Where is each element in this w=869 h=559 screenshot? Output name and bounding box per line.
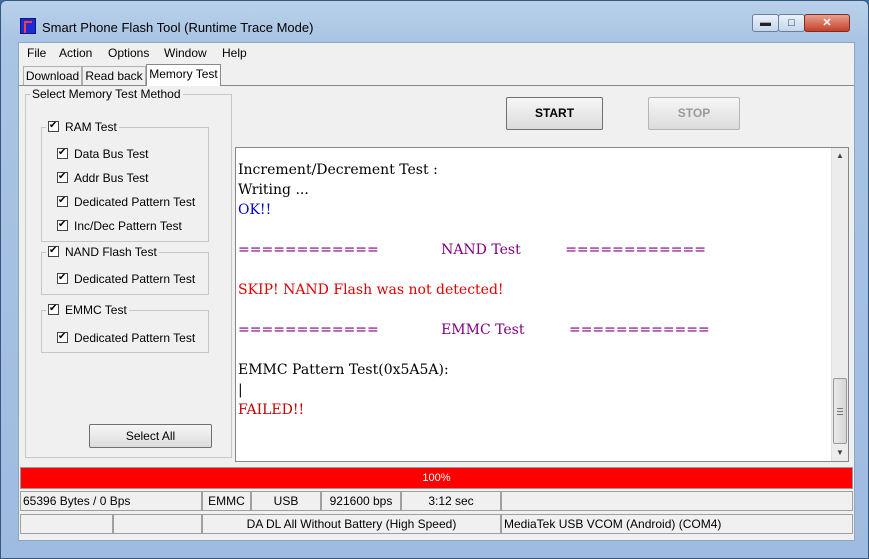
emmc-dedicated-pattern-checkbox[interactable]: Dedicated Pattern Test — [57, 330, 196, 345]
checkbox-checked-icon — [57, 194, 68, 208]
log-line: ============ NAND Test ============ — [238, 242, 706, 258]
checkbox-label: Dedicated Pattern Test — [74, 331, 196, 345]
checkbox-label: Dedicated Pattern Test — [74, 195, 196, 209]
memory-test-method-group: Select Memory Test Method RAM Test Data … — [25, 87, 232, 458]
scrollbar-thumb[interactable] — [833, 378, 847, 444]
menu-bar: File Action Options Window Help — [19, 43, 854, 63]
ram-test-label: RAM Test — [65, 120, 117, 134]
log-line: Increment/Decrement Test : — [238, 162, 438, 178]
status-empty-1 — [20, 514, 113, 534]
ram-test-checkbox[interactable]: RAM Test — [46, 119, 119, 134]
menu-action[interactable]: Action — [59, 46, 92, 60]
log-line: EMMC Pattern Test(0x5A5A): — [238, 362, 449, 378]
checkbox-checked-icon — [48, 119, 59, 133]
menu-help[interactable]: Help — [222, 46, 247, 60]
menu-options[interactable]: Options — [108, 46, 149, 60]
emmc-test-label: EMMC Test — [65, 303, 127, 317]
checkbox-checked-icon — [48, 302, 59, 316]
minimize-button[interactable]: ▬ — [752, 14, 779, 32]
start-button[interactable]: START — [506, 97, 603, 130]
emmc-test-group: EMMC Test Dedicated Pattern Test — [41, 302, 209, 353]
log-line: OK!! — [238, 202, 272, 218]
status-bytes: 65396 Bytes / 0 Bps — [20, 491, 202, 511]
tab-strip: Download Read back Memory Test — [19, 64, 854, 86]
status-storage-type: EMMC — [202, 491, 251, 511]
log-line: FAILED!! — [238, 402, 305, 418]
trace-log-output[interactable]: Increment/Decrement Test : Writing ... OK!… — [235, 147, 849, 462]
scroll-down-arrow-icon[interactable]: ▼ — [832, 445, 848, 461]
tab-download[interactable]: Download — [23, 66, 82, 85]
checkbox-label: Data Bus Test — [74, 147, 149, 161]
checkbox-checked-icon — [48, 244, 59, 258]
log-line: ============ EMMC Test ============ — [238, 322, 710, 338]
maximize-button[interactable]: □ — [778, 14, 805, 32]
stop-button[interactable]: STOP — [648, 97, 740, 130]
status-com-port: MediaTek USB VCOM (Android) (COM4) — [501, 514, 853, 534]
title-bar[interactable]: Smart Phone Flash Tool (Runtime Trace Mo… — [1, 1, 868, 41]
scroll-up-arrow-icon[interactable]: ▲ — [832, 148, 848, 164]
progress-bar: 100% — [20, 467, 853, 489]
window-title: Smart Phone Flash Tool (Runtime Trace Mo… — [42, 20, 314, 35]
select-all-button[interactable]: Select All — [89, 424, 212, 448]
inc-dec-pattern-checkbox[interactable]: Inc/Dec Pattern Test — [57, 218, 182, 233]
method-group-title: Select Memory Test Method — [30, 87, 183, 101]
nand-test-checkbox[interactable]: NAND Flash Test — [46, 244, 159, 259]
status-empty — [501, 491, 853, 511]
log-line: Writing ... — [238, 182, 309, 198]
checkbox-checked-icon — [57, 330, 68, 344]
addr-bus-test-checkbox[interactable]: Addr Bus Test — [57, 170, 149, 185]
ram-dedicated-pattern-checkbox[interactable]: Dedicated Pattern Test — [57, 194, 196, 209]
checkbox-checked-icon — [57, 146, 68, 160]
app-icon — [20, 18, 36, 34]
checkbox-checked-icon — [57, 218, 68, 232]
tab-read-back[interactable]: Read back — [82, 66, 146, 85]
menu-window[interactable]: Window — [164, 46, 207, 60]
progress-text: 100% — [422, 472, 451, 484]
ram-test-group: RAM Test Data Bus Test Addr Bus Test Ded… — [41, 119, 209, 242]
checkbox-label: Addr Bus Test — [74, 171, 149, 185]
status-empty-2 — [113, 514, 202, 534]
log-line: SKIP! NAND Flash was not detected! — [238, 282, 504, 298]
data-bus-test-checkbox[interactable]: Data Bus Test — [57, 146, 149, 161]
tab-memory-test[interactable]: Memory Test — [146, 64, 221, 86]
checkbox-label: Dedicated Pattern Test — [74, 272, 196, 286]
grip-line — [837, 408, 843, 409]
checkbox-checked-icon — [57, 170, 68, 184]
status-elapsed-time: 3:12 sec — [401, 491, 501, 511]
menu-file[interactable]: File — [27, 46, 46, 60]
vertical-scrollbar[interactable]: ▲ ▼ — [831, 148, 848, 461]
nand-dedicated-pattern-checkbox[interactable]: Dedicated Pattern Test — [57, 271, 196, 286]
close-button[interactable]: ✕ — [804, 14, 850, 32]
grip-line — [837, 411, 843, 412]
status-baud-rate: 921600 bps — [321, 491, 401, 511]
checkbox-label: Inc/Dec Pattern Test — [74, 219, 182, 233]
client-area: File Action Options Window Help Download… — [18, 42, 855, 541]
checkbox-checked-icon — [57, 271, 68, 285]
status-da-mode: DA DL All Without Battery (High Speed) — [202, 514, 501, 534]
app-window: Smart Phone Flash Tool (Runtime Trace Mo… — [0, 0, 869, 559]
nand-test-label: NAND Flash Test — [65, 245, 157, 259]
nand-test-group: NAND Flash Test Dedicated Pattern Test — [41, 244, 209, 295]
log-line: | — [238, 382, 243, 398]
status-connection: USB — [251, 491, 321, 511]
grip-line — [837, 414, 843, 415]
emmc-test-checkbox[interactable]: EMMC Test — [46, 302, 129, 317]
